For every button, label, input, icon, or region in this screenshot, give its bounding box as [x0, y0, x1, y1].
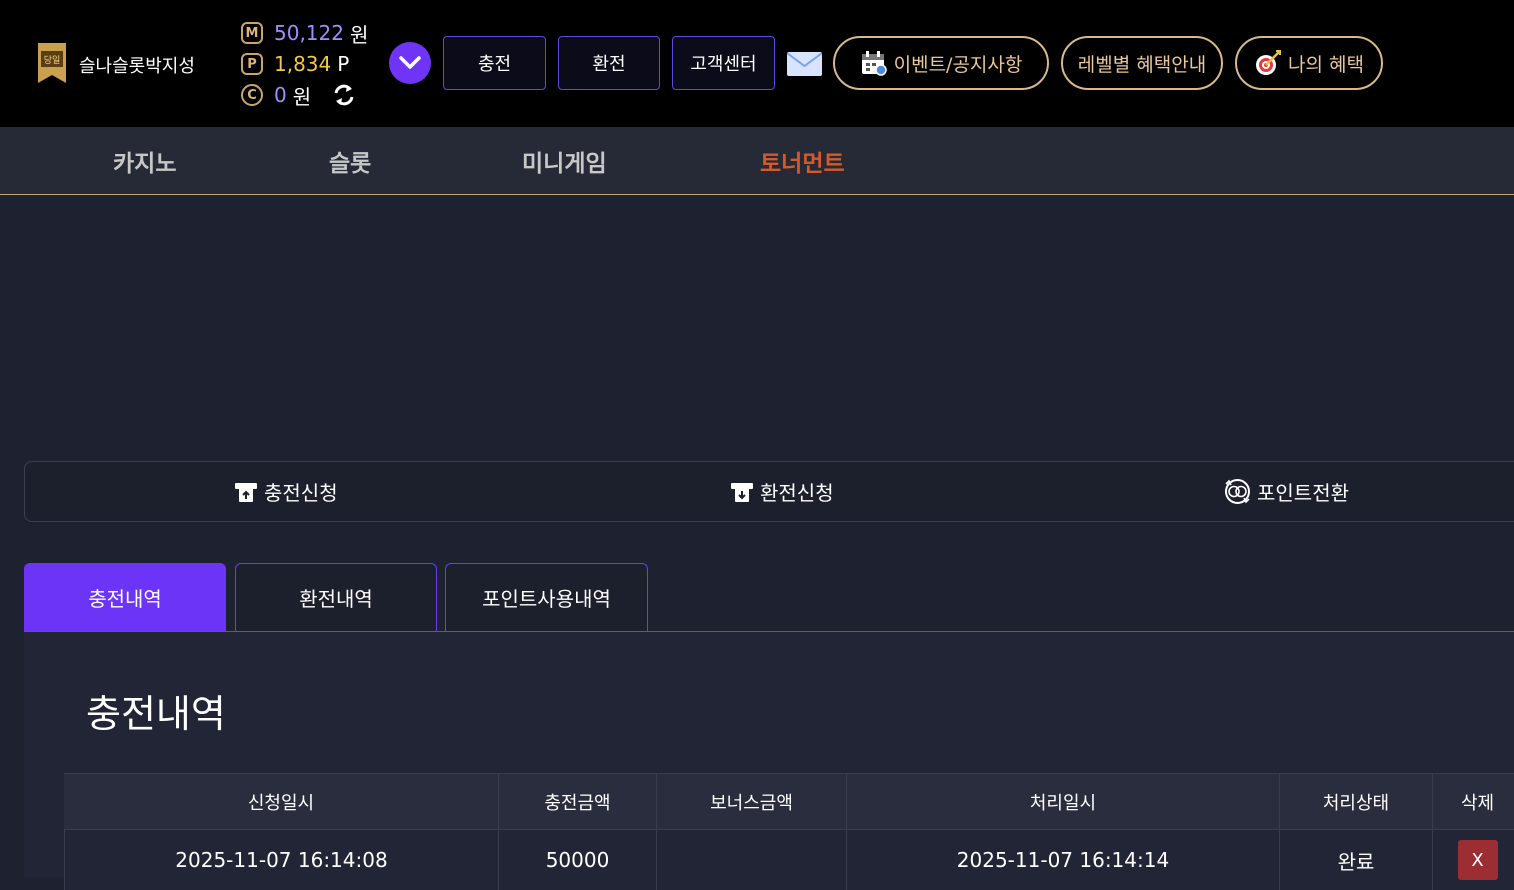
deposit-request-button[interactable]: 충전신청 [234, 462, 338, 521]
main-nav: 카지노 슬롯 미니게임 토너먼트 [0, 127, 1514, 195]
username: 슬나슬롯박지성 [79, 56, 195, 77]
cell-amount: 50000 [498, 830, 656, 890]
point-convert-button[interactable]: 포인트전환 [1224, 462, 1349, 521]
refresh-icon[interactable] [331, 82, 357, 108]
deposit-request-label: 충전신청 [264, 481, 338, 505]
cell-processed-at: 2025-11-07 16:14:14 [846, 830, 1279, 890]
table-header: 신청일시 충전금액 보너스금액 처리일시 처리상태 삭제 [64, 773, 1514, 829]
nav-casino[interactable]: 카지노 [113, 127, 176, 194]
expand-menu-button[interactable] [389, 42, 431, 84]
atm-withdraw-icon [731, 482, 753, 502]
cell-status: 완료 [1279, 830, 1432, 890]
cell-requested-at: 2025-11-07 16:14:08 [64, 830, 498, 890]
balance-casino: C 0 원 [241, 82, 312, 109]
delete-button[interactable]: X [1457, 840, 1498, 880]
mail-icon[interactable] [787, 52, 822, 76]
section-title: 충전내역 [86, 692, 226, 736]
tab-withdraw-history[interactable]: 환전내역 [235, 563, 437, 631]
target-icon [1256, 50, 1282, 75]
point-convert-label: 포인트전환 [1257, 481, 1349, 505]
level-benefits-button[interactable]: 레벨별 혜택안내 [1061, 36, 1223, 90]
events-notice-label: 이벤트/공지사항 [893, 53, 1023, 76]
support-button[interactable]: 고객센터 [672, 36, 775, 90]
withdraw-request-button[interactable]: 환전신청 [730, 462, 834, 521]
my-benefits-label: 나의 혜택 [1288, 53, 1364, 76]
casino-money-unit: 원 [292, 84, 312, 109]
top-header: 당일 슬나슬롯박지성 M 50,122 원 P 1,834 P C 0 원 충전… [0, 0, 1514, 127]
withdraw-request-label: 환전신청 [760, 481, 834, 505]
col-amount: 충전금액 [498, 774, 656, 829]
calendar-icon [861, 51, 887, 76]
money-unit: 원 [349, 22, 369, 47]
tab-point-history[interactable]: 포인트사용내역 [445, 563, 648, 631]
nav-slot[interactable]: 슬롯 [329, 127, 371, 194]
point-value: 1,834 [274, 52, 332, 76]
chevron-down-icon [399, 56, 421, 69]
withdraw-button[interactable]: 환전 [558, 36, 660, 90]
deposit-button[interactable]: 충전 [443, 36, 546, 90]
nav-tournament[interactable]: 토너먼트 [760, 127, 845, 194]
money-icon: M [241, 22, 263, 44]
tab-deposit-history[interactable]: 충전내역 [24, 563, 226, 631]
casino-money-value: 0 [274, 83, 287, 107]
rank-badge-icon: 당일 [38, 43, 66, 83]
events-notice-button[interactable]: 이벤트/공지사항 [833, 36, 1049, 90]
point-icon: P [241, 53, 263, 75]
atm-deposit-icon [235, 482, 257, 502]
table-row: 2025-11-07 16:14:08 50000 2025-11-07 16:… [64, 829, 1514, 890]
point-unit: P [337, 52, 350, 76]
col-processed-at: 처리일시 [846, 774, 1279, 829]
balance-point: P 1,834 P [241, 51, 349, 77]
col-delete: 삭제 [1432, 774, 1514, 829]
rank-badge-text: 당일 [44, 55, 61, 66]
col-bonus: 보너스금액 [656, 774, 846, 829]
cell-delete: X [1432, 830, 1514, 890]
nav-minigame[interactable]: 미니게임 [522, 127, 607, 194]
request-bar: 충전신청 환전신청 포인트전환 [24, 461, 1514, 522]
money-value: 50,122 [274, 21, 344, 45]
cell-bonus [656, 830, 846, 890]
point-exchange-icon [1225, 479, 1250, 504]
balance-money: M 50,122 원 [241, 20, 369, 47]
col-requested-at: 신청일시 [247, 792, 315, 814]
casino-money-icon: C [241, 84, 263, 106]
my-benefits-button[interactable]: 나의 혜택 [1235, 36, 1383, 90]
col-status: 처리상태 [1279, 774, 1432, 829]
